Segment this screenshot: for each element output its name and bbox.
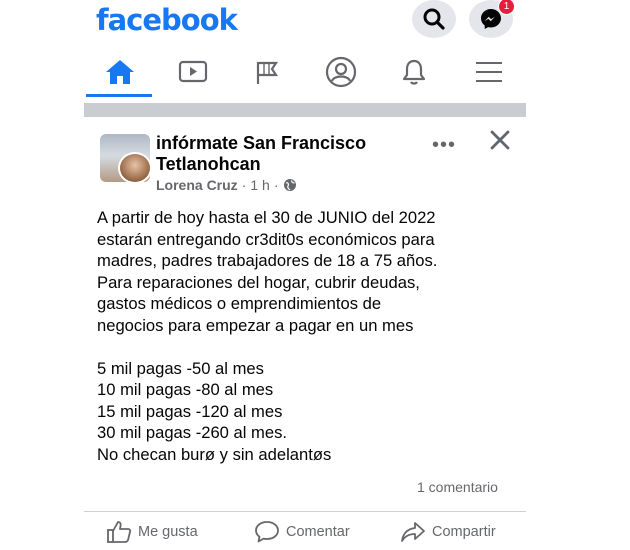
post-line: negocios para empezar a pagar en un mes — [97, 315, 414, 335]
post-time[interactable]: 1 h — [250, 177, 269, 193]
close-icon[interactable] — [489, 129, 511, 151]
search-icon — [422, 7, 446, 31]
price-line: 30 mil pagas -260 al mes. — [97, 423, 288, 442]
action-divider — [84, 511, 526, 512]
post-line: estarán entregando cr3dit0s económicos p… — [97, 229, 435, 249]
thumbs-up-icon — [106, 520, 132, 544]
messenger-button[interactable]: 1 — [469, 0, 515, 38]
share-label: Compartir — [432, 524, 496, 540]
messenger-badge: 1 — [498, 0, 515, 15]
share-icon — [400, 520, 426, 544]
post-meta: Lorena Cruz · 1 h · — [156, 177, 297, 193]
feed-separator — [84, 103, 526, 117]
nav-watch[interactable] — [161, 48, 225, 96]
share-button[interactable]: Compartir — [400, 520, 496, 544]
comment-button[interactable]: Comentar — [254, 520, 350, 544]
post-actions: Me gusta Comentar Compartir — [84, 520, 530, 550]
post-line: A partir de hoy hasta el 30 de JUNIO del… — [97, 208, 436, 227]
comment-icon — [254, 520, 280, 544]
facebook-mobile-frame: facebook 1 infórmate San Francisco Tetla… — [84, 0, 530, 550]
price-line: 10 mil pagas -80 al mes — [97, 380, 274, 399]
price-line: No checan burø y sin adelantøs — [97, 444, 332, 464]
globe-icon — [283, 178, 297, 192]
nav-menu[interactable] — [457, 48, 521, 96]
post-line: Para reparaciones del hogar, cubrir deud… — [97, 272, 420, 292]
active-tab-indicator — [86, 94, 152, 97]
facebook-logo[interactable]: facebook — [96, 3, 238, 37]
profile-icon — [325, 56, 357, 88]
nav-home[interactable] — [88, 48, 152, 96]
menu-icon — [475, 61, 503, 83]
page-name[interactable]: infórmate San Francisco Tetlanohcan — [156, 133, 396, 175]
author-avatar[interactable] — [118, 152, 152, 184]
author-name[interactable]: Lorena Cruz — [156, 177, 238, 193]
home-icon — [105, 59, 135, 85]
like-button[interactable]: Me gusta — [106, 520, 198, 544]
meta-separator-2: · — [273, 177, 279, 193]
main-nav — [84, 48, 530, 98]
post-line: gastos médicos o emprendimientos de — [97, 294, 382, 313]
price-line: 15 mil pagas -120 al mes — [97, 401, 283, 421]
feed-post: infórmate San Francisco Tetlanohcan Lore… — [84, 120, 530, 550]
post-text: A partir de hoy hasta el 30 de JUNIO del… — [97, 207, 522, 465]
nav-notifications[interactable] — [382, 48, 446, 96]
meta-separator: · — [241, 177, 247, 193]
search-button[interactable] — [412, 0, 456, 38]
nav-pages[interactable] — [235, 48, 299, 96]
price-line: 5 mil pagas -50 al mes — [97, 358, 264, 378]
more-options-icon[interactable]: ••• — [432, 134, 456, 157]
post-line: madres, padres trabajadores de 18 a 75 a… — [97, 251, 438, 270]
comment-label: Comentar — [286, 524, 350, 540]
comment-count[interactable]: 1 comentario — [417, 479, 498, 495]
bell-icon — [400, 58, 428, 86]
flag-icon — [254, 59, 280, 85]
like-label: Me gusta — [138, 524, 198, 540]
video-icon — [178, 60, 208, 84]
nav-profile[interactable] — [309, 48, 373, 96]
